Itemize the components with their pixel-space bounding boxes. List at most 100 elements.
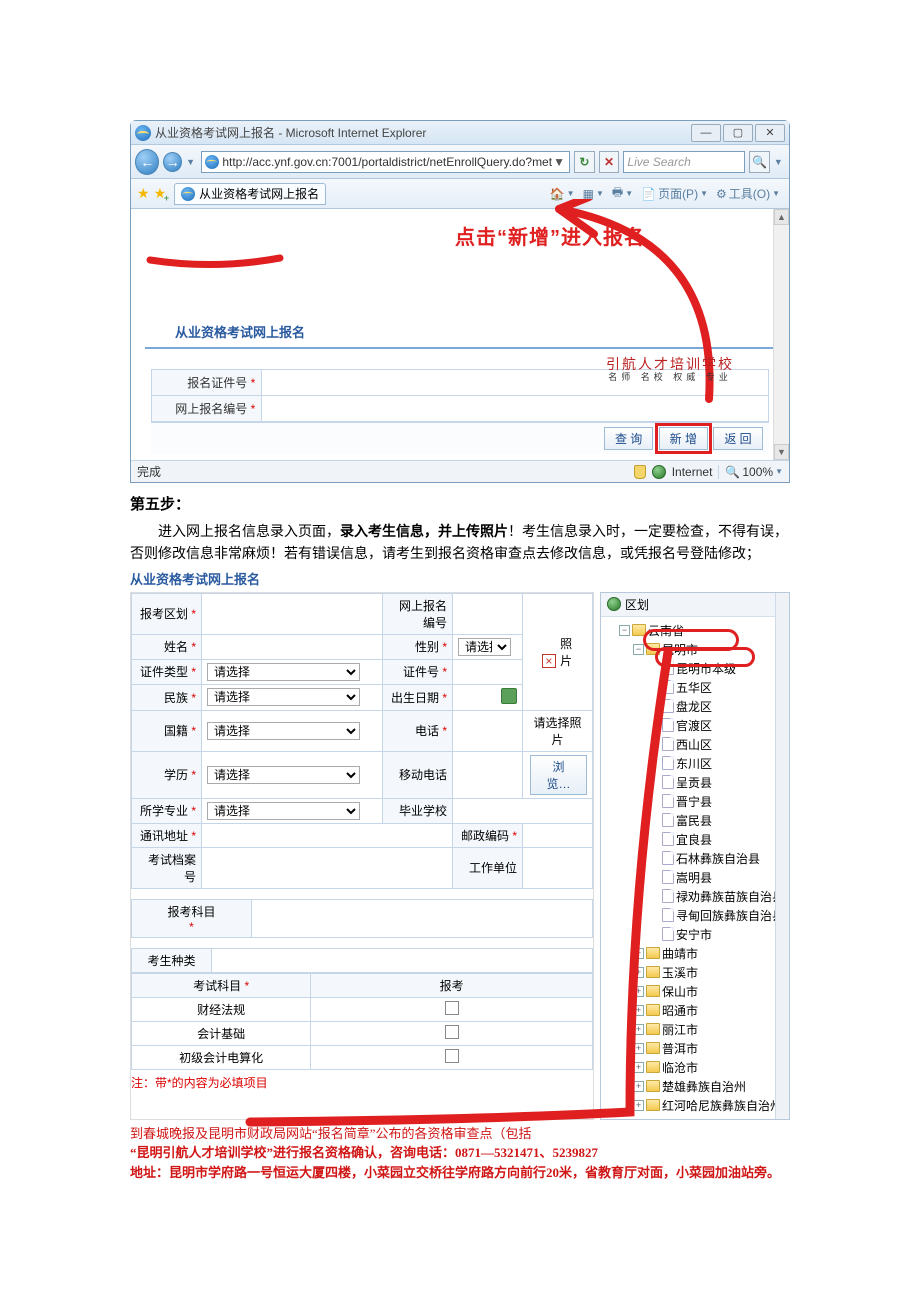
expand-toggle-icon[interactable]: + (633, 1062, 644, 1073)
label-major: 所学专业 * (132, 798, 202, 823)
input-archive[interactable] (202, 847, 453, 888)
input-region[interactable] (202, 593, 383, 634)
tree-node[interactable]: 安宁市 (605, 925, 787, 944)
tree-node[interactable]: 昆明市本级 (605, 659, 787, 678)
subject-check-2[interactable] (445, 1049, 459, 1063)
select-nation[interactable]: 请选择 (202, 710, 383, 751)
favorites-icon[interactable]: ★ (137, 185, 150, 202)
tree-node[interactable]: 五华区 (605, 678, 787, 697)
search-button[interactable]: 🔍 (749, 151, 770, 173)
tree-node-label: 五华区 (676, 679, 712, 696)
expand-toggle-icon[interactable]: − (619, 625, 630, 636)
zoom-control[interactable]: 🔍 100% ▼ (718, 465, 783, 479)
tree-node[interactable]: −昆明市 (605, 640, 787, 659)
select-edu[interactable]: 请选择 (202, 751, 383, 798)
scroll-up-icon[interactable]: ▲ (774, 209, 789, 225)
input-regno-cell[interactable] (262, 396, 768, 422)
maximize-button[interactable]: ▢ (723, 124, 753, 142)
tree-node[interactable]: 嵩明县 (605, 868, 787, 887)
tree-node[interactable]: 盘龙区 (605, 697, 787, 716)
expand-toggle-icon[interactable]: + (633, 1024, 644, 1035)
home-icon[interactable]: 🏠▼ (547, 187, 578, 201)
input-addr[interactable] (202, 823, 453, 847)
input-school[interactable] (453, 798, 593, 823)
tree-node[interactable]: 宜良县 (605, 830, 787, 849)
tree-node[interactable]: +保山市 (605, 982, 787, 1001)
tree-node[interactable]: +丽江市 (605, 1020, 787, 1039)
query-button[interactable]: 查 询 (604, 427, 653, 450)
tree-node[interactable]: 东川区 (605, 754, 787, 773)
back-button-page[interactable]: 返 回 (713, 427, 762, 450)
tree-node[interactable]: 富民县 (605, 811, 787, 830)
input-zip[interactable] (523, 823, 593, 847)
browse-button[interactable]: 浏览… (530, 755, 587, 795)
vertical-scrollbar[interactable]: ▲ ▼ (773, 209, 789, 460)
tree-scrollbar[interactable] (775, 593, 789, 1119)
url-dropdown-icon[interactable]: ▼ (552, 155, 566, 169)
select-idtype[interactable]: 请选择 (202, 659, 383, 684)
select-major[interactable]: 请选择 (202, 798, 383, 823)
add-favorite-icon[interactable]: ★ (154, 185, 167, 202)
input-regno2[interactable] (453, 593, 523, 634)
select-gender[interactable]: 请选择 (453, 634, 523, 659)
tree-node[interactable]: 石林彝族自治县 (605, 849, 787, 868)
minimize-button[interactable]: — (691, 124, 721, 142)
tree-node[interactable]: +玉溪市 (605, 963, 787, 982)
refresh-button[interactable]: ↻ (574, 151, 595, 173)
input-idno-cell[interactable] (262, 370, 768, 396)
page-menu[interactable]: 📄页面(P)▼ (638, 185, 711, 202)
tree-node[interactable]: +临沧市 (605, 1058, 787, 1077)
tree-node[interactable]: +普洱市 (605, 1039, 787, 1058)
expand-toggle-icon[interactable]: + (633, 1043, 644, 1054)
tree-node[interactable]: 官渡区 (605, 716, 787, 735)
input-idno2[interactable] (453, 659, 523, 684)
stop-button[interactable]: ✕ (599, 151, 620, 173)
tools-menu[interactable]: ⚙工具(O)▼ (713, 185, 783, 202)
input-name[interactable] (202, 634, 383, 659)
tree-node[interactable]: +红河哈尼族彝族自治州 (605, 1096, 787, 1115)
tree-node[interactable]: +楚雄彝族自治州 (605, 1077, 787, 1096)
expand-toggle-icon[interactable]: + (633, 1081, 644, 1092)
red-footer: 到春城晚报及昆明市财政局网站“报名简章”公布的各资格审查点（包括 “昆明引航人才… (130, 1124, 790, 1183)
back-button[interactable]: ← (135, 149, 159, 175)
expand-toggle-icon[interactable]: + (633, 967, 644, 978)
tree-node[interactable]: +昭通市 (605, 1001, 787, 1020)
input-phone[interactable] (453, 710, 523, 751)
tree-node[interactable]: +曲靖市 (605, 944, 787, 963)
expand-toggle-icon[interactable]: + (633, 948, 644, 959)
label-idtype: 证件类型 * (132, 659, 202, 684)
tree-node[interactable]: 晋宁县 (605, 792, 787, 811)
expand-toggle-icon[interactable]: − (633, 644, 644, 655)
address-bar[interactable]: http://acc.ynf.gov.cn:7001/portaldistric… (201, 151, 570, 173)
scroll-down-icon[interactable]: ▼ (774, 444, 789, 460)
history-dropdown-icon[interactable]: ▼ (186, 157, 197, 167)
print-icon[interactable]: 🖶▼ (609, 183, 636, 204)
browser-tab[interactable]: 从业资格考试网上报名 (174, 183, 326, 205)
tree-node[interactable]: 禄劝彝族苗族自治县 (605, 887, 787, 906)
tree-node[interactable]: 呈贡县 (605, 773, 787, 792)
input-candidate-type[interactable] (212, 948, 593, 972)
expand-toggle-icon[interactable]: + (633, 986, 644, 997)
add-button[interactable]: 新 增 (659, 427, 708, 450)
tree-node[interactable]: 寻甸回族彝族自治县 (605, 906, 787, 925)
security-shield-icon[interactable] (634, 465, 646, 479)
select-ethnic[interactable]: 请选择 (202, 684, 383, 710)
expand-toggle-icon[interactable]: + (633, 1005, 644, 1016)
search-input[interactable]: Live Search (623, 151, 745, 173)
forward-button[interactable]: → (163, 152, 182, 172)
tree-node-label: 寻甸回族彝族自治县 (676, 907, 784, 924)
tree-node[interactable]: −云南省 (605, 621, 787, 640)
subject-check-1[interactable] (445, 1025, 459, 1039)
tree-node[interactable]: 西山区 (605, 735, 787, 754)
col-subject: 考试科目 * (132, 973, 311, 997)
close-button[interactable]: ✕ (755, 124, 785, 142)
expand-toggle-icon[interactable]: + (633, 1100, 644, 1111)
search-dropdown-icon[interactable]: ▼ (774, 157, 785, 167)
subject-check-0[interactable] (445, 1001, 459, 1015)
photo-remove-icon[interactable]: × (542, 654, 556, 668)
input-mobile[interactable] (453, 751, 523, 798)
feeds-icon[interactable]: ▦▼ (580, 187, 607, 201)
input-workunit[interactable] (523, 847, 593, 888)
input-birth[interactable] (453, 684, 523, 710)
calendar-icon[interactable] (501, 688, 517, 704)
